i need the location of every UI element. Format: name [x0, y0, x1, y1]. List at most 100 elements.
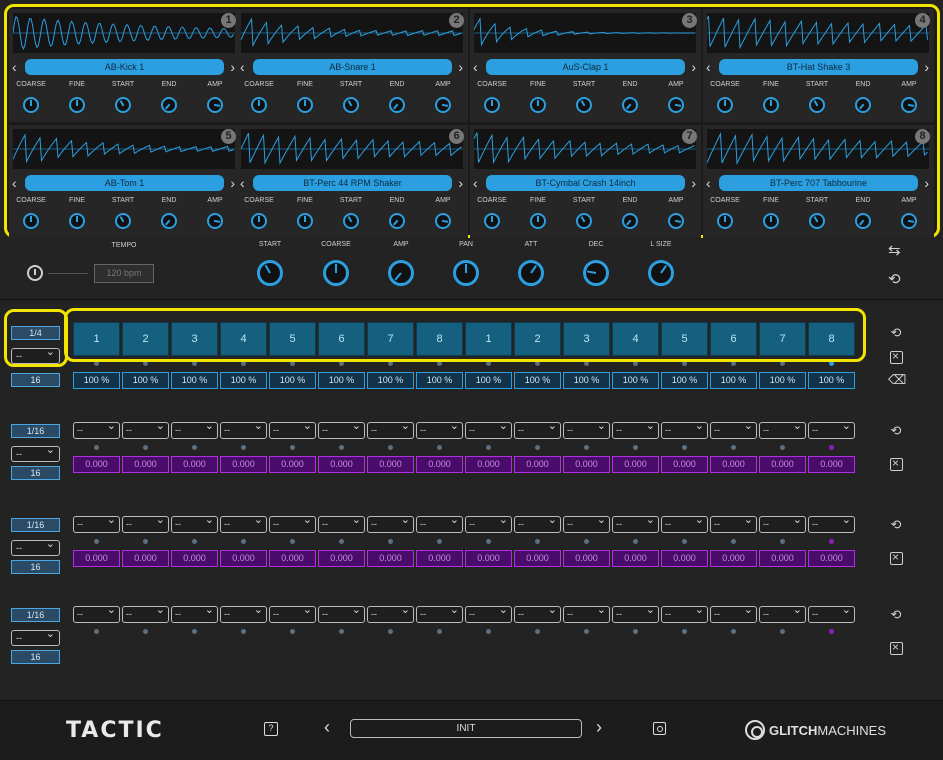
step-dropdown[interactable]: --: [514, 419, 561, 439]
step-dropdown[interactable]: --: [269, 603, 316, 623]
l-size-global-knob[interactable]: [648, 260, 674, 286]
coarse-knob[interactable]: [717, 97, 733, 113]
next-sample-button[interactable]: ›: [230, 175, 235, 191]
clear-row-icon[interactable]: [890, 550, 903, 565]
fine-knob[interactable]: [69, 97, 85, 113]
sample-name[interactable]: AB-Tom 1: [25, 175, 224, 191]
waveform-display[interactable]: [13, 129, 235, 169]
parameter-value[interactable]: 0.000: [612, 456, 659, 473]
dec-global-knob[interactable]: [583, 260, 609, 286]
delete-icon[interactable]: ⌫: [888, 373, 906, 387]
velocity-value[interactable]: 100 %: [416, 372, 463, 389]
step-dropdown[interactable]: --: [318, 603, 365, 623]
step-dropdown[interactable]: --: [73, 603, 120, 623]
parameter-value[interactable]: 0.000: [171, 456, 218, 473]
rate-button[interactable]: 1/16: [11, 518, 60, 532]
start-knob[interactable]: [115, 213, 131, 229]
end-knob[interactable]: [855, 213, 871, 229]
waveform-display[interactable]: [474, 129, 696, 169]
parameter-value[interactable]: 0.000: [808, 550, 855, 567]
sample-name[interactable]: BT-Perc 44 RPM Shaker: [253, 175, 452, 191]
parameter-value[interactable]: 0.000: [367, 550, 414, 567]
end-knob[interactable]: [161, 97, 177, 113]
prev-sample-button[interactable]: ‹: [706, 59, 711, 75]
rate-button[interactable]: 1/16: [11, 608, 60, 622]
parameter-value[interactable]: 0.000: [73, 456, 120, 473]
step-dropdown[interactable]: --: [759, 419, 806, 439]
preset-name-field[interactable]: INIT: [350, 719, 582, 738]
next-sample-button[interactable]: ›: [924, 59, 929, 75]
parameter-value[interactable]: 0.000: [465, 550, 512, 567]
amp-knob[interactable]: [207, 213, 223, 229]
velocity-value[interactable]: 100 %: [367, 372, 414, 389]
loop-icon[interactable]: ⟲: [888, 424, 904, 438]
mode-dropdown[interactable]: --: [11, 443, 60, 462]
step-dropdown[interactable]: --: [514, 603, 561, 623]
waveform-display[interactable]: [474, 13, 696, 53]
clear-row-icon[interactable]: [890, 349, 903, 364]
step-dropdown[interactable]: --: [710, 419, 757, 439]
sample-name[interactable]: BT-Cymbal Crash 14inch: [486, 175, 685, 191]
parameter-value[interactable]: 0.000: [367, 456, 414, 473]
step-dropdown[interactable]: --: [220, 603, 267, 623]
parameter-value[interactable]: 0.000: [73, 550, 120, 567]
waveform-display[interactable]: [13, 13, 235, 53]
start-knob[interactable]: [809, 97, 825, 113]
step-dropdown[interactable]: --: [367, 603, 414, 623]
fine-knob[interactable]: [297, 97, 313, 113]
step-dropdown[interactable]: --: [514, 513, 561, 533]
fine-knob[interactable]: [763, 213, 779, 229]
tempo-slider[interactable]: [48, 273, 88, 274]
step-dropdown[interactable]: --: [73, 513, 120, 533]
start-knob[interactable]: [576, 97, 592, 113]
sample-name[interactable]: AuS-Clap 1: [486, 59, 685, 75]
clock-icon[interactable]: [27, 265, 43, 281]
end-knob[interactable]: [622, 97, 638, 113]
rate-button[interactable]: 1/16: [11, 424, 60, 438]
parameter-value[interactable]: 0.000: [122, 550, 169, 567]
length-button[interactable]: 16: [11, 373, 60, 387]
velocity-value[interactable]: 100 %: [171, 372, 218, 389]
step-dropdown[interactable]: --: [318, 419, 365, 439]
amp-knob[interactable]: [435, 213, 451, 229]
step-dropdown[interactable]: --: [465, 419, 512, 439]
parameter-value[interactable]: 0.000: [269, 456, 316, 473]
step-dropdown[interactable]: --: [563, 513, 610, 533]
velocity-value[interactable]: 100 %: [318, 372, 365, 389]
step-dropdown[interactable]: --: [710, 603, 757, 623]
step-dropdown[interactable]: --: [269, 513, 316, 533]
sample-name[interactable]: AB-Snare 1: [253, 59, 452, 75]
velocity-value[interactable]: 100 %: [710, 372, 757, 389]
step-dropdown[interactable]: --: [808, 513, 855, 533]
fine-knob[interactable]: [530, 213, 546, 229]
parameter-value[interactable]: 0.000: [269, 550, 316, 567]
step-dropdown[interactable]: --: [563, 603, 610, 623]
step-dropdown[interactable]: --: [759, 513, 806, 533]
prev-sample-button[interactable]: ‹: [12, 175, 17, 191]
save-preset-icon[interactable]: [653, 722, 666, 735]
parameter-value[interactable]: 0.000: [318, 456, 365, 473]
velocity-value[interactable]: 100 %: [661, 372, 708, 389]
coarse-knob[interactable]: [251, 97, 267, 113]
parameter-value[interactable]: 0.000: [514, 550, 561, 567]
step-dropdown[interactable]: --: [416, 513, 463, 533]
next-sample-button[interactable]: ›: [230, 59, 235, 75]
help-button[interactable]: ?: [264, 722, 278, 736]
pan-global-knob[interactable]: [453, 260, 479, 286]
parameter-value[interactable]: 0.000: [759, 550, 806, 567]
waveform-display[interactable]: [707, 129, 929, 169]
start-global-knob[interactable]: [257, 260, 283, 286]
parameter-value[interactable]: 0.000: [710, 456, 757, 473]
velocity-value[interactable]: 100 %: [563, 372, 610, 389]
step-dropdown[interactable]: --: [122, 513, 169, 533]
amp-knob[interactable]: [901, 97, 917, 113]
step-dropdown[interactable]: --: [367, 419, 414, 439]
velocity-value[interactable]: 100 %: [808, 372, 855, 389]
amp-global-knob[interactable]: [388, 260, 414, 286]
step-dropdown[interactable]: --: [563, 419, 610, 439]
loop-icon[interactable]: ⟲: [888, 608, 904, 622]
coarse-knob[interactable]: [251, 213, 267, 229]
parameter-value[interactable]: 0.000: [808, 456, 855, 473]
step-dropdown[interactable]: --: [416, 419, 463, 439]
parameter-value[interactable]: 0.000: [710, 550, 757, 567]
